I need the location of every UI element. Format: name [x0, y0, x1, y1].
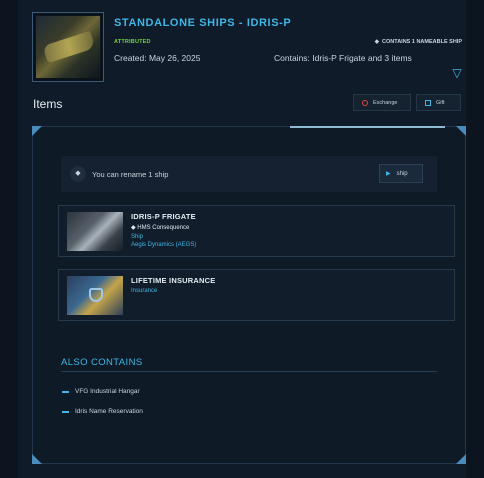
- corner-decoration: [32, 454, 42, 464]
- also-contains-label: VFG Industrial Hangar: [75, 388, 140, 395]
- item-type: Ship: [131, 234, 144, 240]
- also-contains-item: VFG Industrial Hangar: [62, 388, 140, 395]
- tag-icon: ◆: [131, 225, 136, 231]
- corner-decoration: [456, 454, 466, 464]
- rename-ship-button[interactable]: ▶ ship: [379, 164, 423, 183]
- item-name: IDRIS-P FRIGATE: [131, 212, 196, 221]
- item-name: LIFETIME INSURANCE: [131, 276, 216, 285]
- chevron-down-icon[interactable]: ▽: [449, 66, 465, 80]
- created-date: Created: May 26, 2025: [114, 53, 201, 63]
- also-contains-heading: ALSO CONTAINS: [61, 357, 143, 368]
- bullet-icon: [62, 390, 69, 393]
- also-contains-item: Idris Name Reservation: [62, 408, 143, 415]
- tag-icon: ◆: [70, 166, 86, 182]
- pledge-title: STANDALONE SHIPS - IDRIS-P: [114, 17, 292, 29]
- ship-custom-name-text: HMS Consequence: [137, 225, 190, 231]
- rename-text: You can rename 1 ship: [92, 170, 169, 179]
- ship-custom-name: ◆ HMS Consequence: [131, 224, 189, 231]
- nameable-ship-badge: ◆ CONTAINS 1 NAMEABLE SHIP: [375, 39, 462, 45]
- exchange-label: Exchange: [373, 99, 398, 106]
- corner-decoration: [32, 126, 42, 136]
- list-item[interactable]: IDRIS-P FRIGATE ◆ HMS Consequence Ship A…: [58, 205, 455, 257]
- exchange-button[interactable]: Exchange: [353, 94, 411, 111]
- gift-button[interactable]: Gift: [416, 94, 461, 111]
- attributed-badge: ATTRIBUTED: [114, 39, 151, 45]
- tag-icon: ◆: [374, 39, 380, 45]
- also-contains-label: Idris Name Reservation: [75, 408, 143, 415]
- play-icon: ▶: [386, 171, 391, 177]
- nameable-ship-label: CONTAINS 1 NAMEABLE SHIP: [382, 39, 462, 45]
- insurance-image: [67, 276, 123, 315]
- items-heading: Items: [33, 97, 63, 111]
- exchange-icon: [362, 99, 368, 106]
- panel-accent-line: [290, 126, 445, 128]
- item-type: Insurance: [131, 288, 158, 294]
- pledge-thumbnail: [32, 12, 104, 82]
- divider: [61, 371, 437, 372]
- rename-ship-label: ship: [396, 170, 408, 177]
- corner-decoration: [456, 126, 466, 136]
- frigate-image: [67, 212, 123, 251]
- item-manufacturer: Aegis Dynamics (AEGS): [131, 242, 197, 248]
- list-item[interactable]: LIFETIME INSURANCE Insurance: [58, 269, 455, 321]
- contains-summary: Contains: Idris-P Frigate and 3 items: [274, 53, 412, 63]
- ship-image: [36, 16, 100, 78]
- bullet-icon: [62, 410, 69, 413]
- gift-label: Gift: [436, 99, 445, 106]
- gift-icon: [425, 99, 431, 106]
